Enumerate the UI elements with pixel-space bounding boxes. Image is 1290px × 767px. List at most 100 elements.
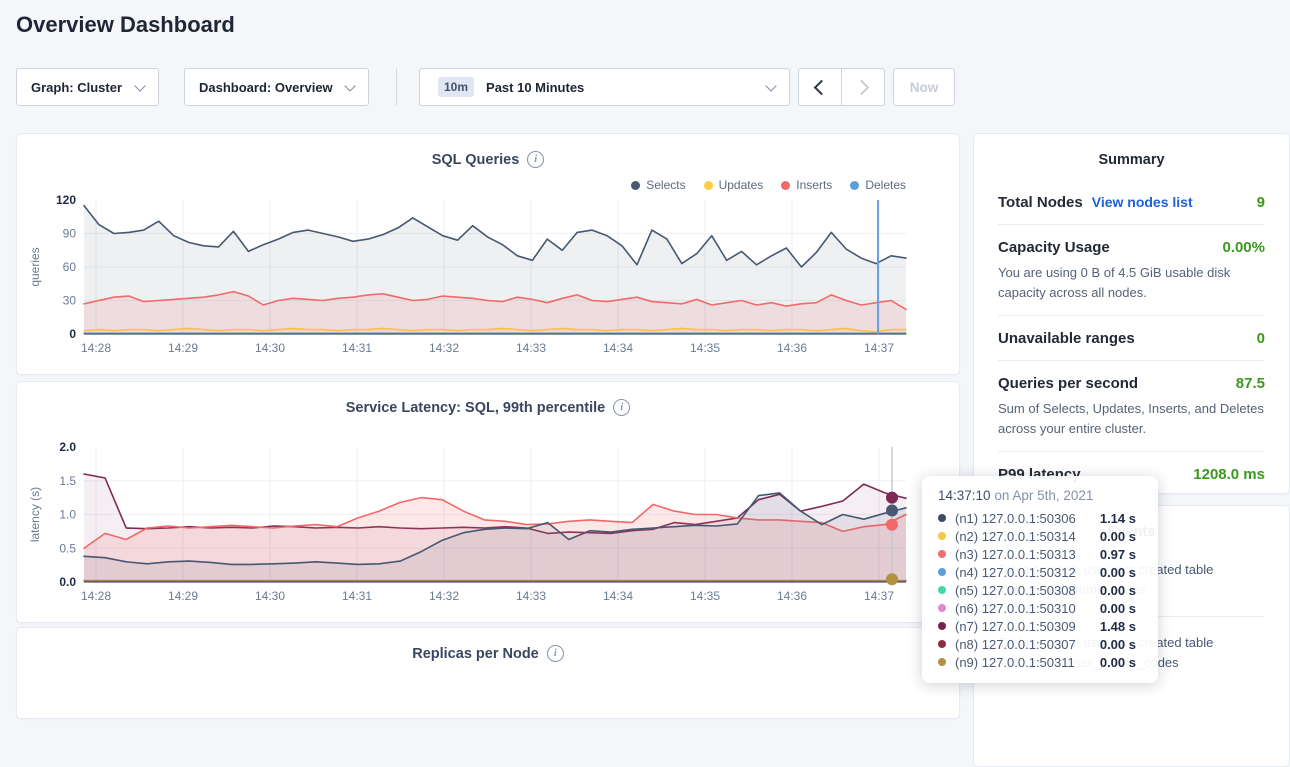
page-title: Overview Dashboard — [16, 12, 235, 38]
time-prev-button[interactable] — [798, 68, 842, 106]
summary-label: Total Nodes — [998, 194, 1083, 211]
svg-text:14:36: 14:36 — [777, 589, 807, 603]
svg-text:60: 60 — [63, 260, 77, 274]
node-dot-icon — [938, 532, 946, 540]
time-range-dropdown[interactable]: 10m Past 10 Minutes — [419, 68, 790, 106]
node-dot-icon — [938, 604, 946, 612]
tooltip-time: 14:37:10 — [938, 488, 991, 503]
view-nodes-list-link[interactable]: View nodes list — [1092, 194, 1193, 210]
replicas-title: Replicas per Node i — [17, 628, 959, 662]
summary-label: Unavailable ranges — [998, 330, 1135, 347]
tooltip-row: (n9) 127.0.0.1:503110.00 s — [938, 653, 1142, 671]
summary-description: You are using 0 B of 4.5 GiB usable disk… — [998, 263, 1265, 302]
svg-text:1.5: 1.5 — [59, 474, 76, 488]
svg-text:14:30: 14:30 — [255, 341, 285, 355]
summary-row-qps: Queries per second 87.5 Sum of Selects, … — [998, 360, 1265, 451]
svg-text:14:35: 14:35 — [690, 589, 720, 603]
summary-value: 1208.0 ms — [1193, 466, 1265, 483]
node-latency: 0.00 s — [1100, 583, 1136, 598]
replicas-per-node-card: Replicas per Node i — [16, 627, 960, 719]
node-dot-icon — [938, 586, 946, 594]
svg-text:latency (s): latency (s) — [28, 487, 42, 542]
node-name: (n7) 127.0.0.1:50309 — [955, 619, 1076, 634]
node-name: (n5) 127.0.0.1:50308 — [955, 583, 1076, 598]
node-dot-icon — [938, 550, 946, 558]
svg-text:14:28: 14:28 — [81, 589, 111, 603]
svg-text:14:37: 14:37 — [864, 341, 894, 355]
svg-text:14:36: 14:36 — [777, 341, 807, 355]
chevron-down-icon — [765, 80, 776, 91]
service-latency-chart[interactable]: 14:28 14:29 14:30 14:31 14:32 14:33 14:34 14:35… — [17, 382, 959, 622]
tooltip-row: (n5) 127.0.0.1:50308 0.00 s — [938, 581, 1142, 599]
svg-text:14:31: 14:31 — [342, 589, 372, 603]
svg-text:14:34: 14:34 — [603, 589, 633, 603]
summary-row-capacity: Capacity Usage 0.00% You are using 0 B o… — [998, 224, 1265, 315]
summary-value: 87.5 — [1236, 375, 1265, 392]
summary-value: 0.00% — [1222, 239, 1265, 256]
sql-queries-card: SQL Queries i Selects Updates Inserts De… — [16, 133, 960, 375]
svg-text:90: 90 — [63, 227, 77, 241]
node-latency: 0.00 s — [1100, 529, 1136, 544]
sql-queries-chart[interactable]: 14:2814:2914:3014:3114:3214:3314:3414:35… — [17, 134, 959, 374]
tooltip-row: (n7) 127.0.0.1:503091.48 s — [938, 617, 1142, 635]
tooltip-row: (n1) 127.0.0.1:503061.14 s — [938, 509, 1142, 527]
dashboard-dropdown[interactable]: Dashboard: Overview — [184, 68, 369, 106]
svg-text:14:32: 14:32 — [429, 341, 459, 355]
summary-value: 0 — [1257, 330, 1265, 347]
node-latency: 0.00 s — [1100, 601, 1136, 616]
summary-value: 9 — [1257, 194, 1265, 211]
svg-text:2.0: 2.0 — [59, 440, 76, 454]
chevron-down-icon — [134, 80, 145, 91]
svg-text:14:28: 14:28 — [81, 341, 111, 355]
svg-text:14:29: 14:29 — [168, 341, 198, 355]
summary-description: Sum of Selects, Updates, Inserts, and De… — [998, 399, 1265, 438]
tooltip-row: (n3) 127.0.0.1:50313 0.97 s — [938, 545, 1142, 563]
svg-text:14:30: 14:30 — [255, 589, 285, 603]
svg-text:14:37: 14:37 — [864, 589, 894, 603]
svg-text:0.5: 0.5 — [59, 541, 76, 555]
svg-text:14:34: 14:34 — [603, 341, 633, 355]
time-next-button[interactable] — [841, 68, 885, 106]
node-name: (n2) 127.0.0.1:50314 — [955, 529, 1076, 544]
svg-text:14:31: 14:31 — [342, 341, 372, 355]
time-range-badge: 10m — [438, 77, 474, 97]
summary-row-unavailable: Unavailable ranges 0 — [998, 315, 1265, 360]
toolbar-divider — [396, 68, 397, 106]
node-name: (n3) 127.0.0.1:50313 — [955, 547, 1076, 562]
svg-text:14:32: 14:32 — [429, 589, 459, 603]
svg-text:1.0: 1.0 — [59, 508, 76, 522]
node-name: (n6) 127.0.0.1:50310 — [955, 601, 1076, 616]
node-latency: 0.97 s — [1100, 547, 1136, 562]
node-name: (n9) 127.0.0.1:50311 — [955, 655, 1075, 670]
tooltip-row: (n4) 127.0.0.1:50312 0.00 s — [938, 563, 1142, 581]
tooltip-row: (n8) 127.0.0.1:50307 0.00 s — [938, 635, 1142, 653]
summary-label: Queries per second — [998, 375, 1138, 392]
graph-dropdown-label: Graph: Cluster — [31, 80, 122, 95]
summary-title: Summary — [974, 134, 1289, 168]
info-icon[interactable]: i — [547, 645, 564, 662]
service-latency-card: Service Latency: SQL, 99th percentile i … — [16, 381, 960, 623]
svg-text:14:35: 14:35 — [690, 341, 720, 355]
chevron-left-icon — [814, 79, 830, 95]
graph-dropdown[interactable]: Graph: Cluster — [16, 68, 159, 106]
tooltip-date: on Apr 5th, 2021 — [994, 488, 1093, 503]
tooltip-row: (n6) 127.0.0.1:50310 0.00 s — [938, 599, 1142, 617]
summary-row-total-nodes: Total Nodes View nodes list 9 — [998, 180, 1265, 224]
node-name: (n8) 127.0.0.1:50307 — [955, 637, 1076, 652]
tooltip-row: (n2) 127.0.0.1:50314 0.00 s — [938, 527, 1142, 545]
svg-text:14:29: 14:29 — [168, 589, 198, 603]
svg-text:0.0: 0.0 — [59, 575, 76, 589]
node-latency: 1.14 s — [1100, 511, 1136, 526]
time-range-label: Past 10 Minutes — [486, 80, 584, 95]
node-latency: 0.00 s — [1100, 637, 1136, 652]
now-button[interactable]: Now — [893, 68, 955, 106]
svg-text:14:33: 14:33 — [516, 589, 546, 603]
node-dot-icon — [938, 658, 946, 666]
svg-text:0: 0 — [69, 327, 76, 341]
summary-label: Capacity Usage — [998, 239, 1110, 256]
node-name: (n4) 127.0.0.1:50312 — [955, 565, 1076, 580]
node-latency: 0.00 s — [1100, 565, 1136, 580]
svg-text:queries: queries — [28, 247, 42, 286]
node-dot-icon — [938, 622, 946, 630]
summary-panel: Summary Total Nodes View nodes list 9 Ca… — [973, 133, 1290, 494]
